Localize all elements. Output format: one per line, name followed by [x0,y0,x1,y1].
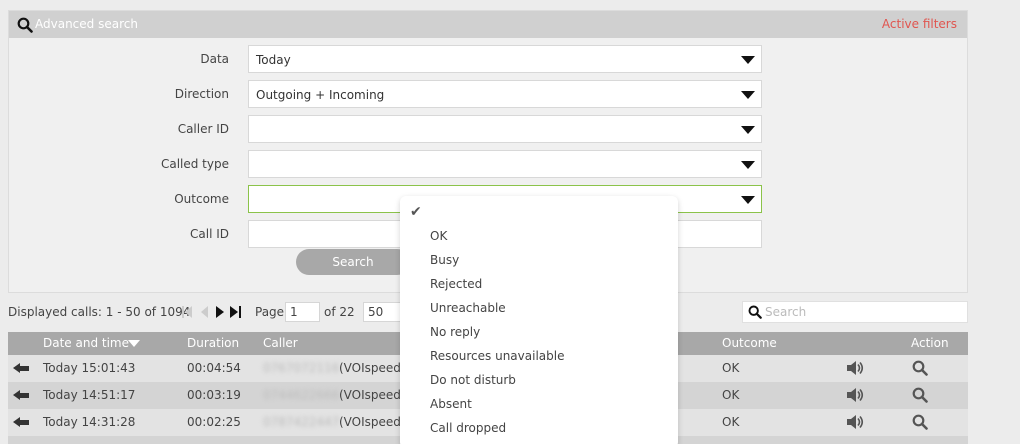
cell-datetime: Today 14:51:17 [43,388,136,402]
option-ok[interactable]: OK [430,229,447,243]
col-duration[interactable]: Duration [187,336,239,350]
field-label: Direction [174,87,229,101]
form-row-caller-id: Caller ID [9,115,969,143]
caller-id-select[interactable] [248,115,762,143]
cell-caller-number: 0787422447 [263,415,340,429]
option-unreachable[interactable]: Unreachable [430,301,506,315]
search-placeholder: Search [765,305,807,319]
field-label: Data [200,52,229,66]
cell-datetime: Today 14:31:28 [43,415,136,429]
search-icon [17,17,33,33]
speaker-icon[interactable] [846,360,864,379]
outcome-dropdown: ✔ OK Busy Rejected Unreachable No reply … [400,196,678,444]
first-page-icon[interactable] [182,305,194,319]
page-number-input[interactable]: 1 [285,302,320,322]
cell-datetime: Today 15:01:43 [43,361,136,375]
chevron-down-icon [741,196,755,204]
chevron-down-icon [741,91,755,99]
form-row-called-type: Called type [9,150,969,178]
col-date-time[interactable]: Date and time [43,336,129,350]
chevron-down-icon [741,161,755,169]
table-search-input[interactable]: Search [742,301,968,323]
form-row-data: Data Today [9,45,969,73]
cell-caller-number: 0744622666 [263,388,340,402]
cell-duration: 00:03:19 [187,388,241,402]
field-label: Called type [160,157,229,171]
col-caller[interactable]: Caller [263,336,298,350]
active-filters-link[interactable]: Active filters [882,17,957,31]
option-call-dropped[interactable]: Call dropped [430,421,506,435]
direction-select[interactable]: Outgoing + Incoming [248,80,762,108]
option-no-reply[interactable]: No reply [430,325,480,339]
search-icon[interactable] [912,360,928,379]
col-outcome[interactable]: Outcome [722,336,777,350]
search-button[interactable]: Search [296,249,410,275]
option-absent[interactable]: Absent [430,397,472,411]
displayed-calls-count: Displayed calls: 1 - 50 of 1094 [8,305,191,319]
called-type-select[interactable] [248,150,762,178]
last-page-icon[interactable] [230,305,242,319]
option-busy[interactable]: Busy [430,253,459,267]
option-do-not-disturb[interactable]: Do not disturb [430,373,516,387]
col-label: Date and time [43,336,129,350]
option-resources-unavailable[interactable]: Resources unavailable [430,349,564,363]
arrow-left-icon [13,390,29,401]
cell-outcome: OK [722,388,740,402]
col-action: Action [911,336,949,350]
cell-caller-suffix: (VOIspeed [339,415,401,429]
select-value: Today [256,53,291,67]
field-label: Call ID [190,227,229,241]
page-total: of 22 [324,305,355,319]
form-row-direction: Direction Outgoing + Incoming [9,80,969,108]
per-page-input[interactable]: 50 [363,302,401,322]
speaker-icon[interactable] [846,414,864,433]
cell-duration: 00:02:25 [187,415,241,429]
check-icon[interactable]: ✔ [410,204,422,220]
prev-page-icon[interactable] [201,306,208,318]
search-icon[interactable] [912,414,928,433]
cell-outcome: OK [722,415,740,429]
search-icon [748,305,762,319]
field-label: Outcome [174,192,229,206]
cell-outcome: OK [722,361,740,375]
data-select[interactable]: Today [248,45,762,73]
cell-caller-number: 0767072116 [263,361,340,375]
next-page-icon[interactable] [216,306,224,318]
search-icon[interactable] [912,387,928,406]
cell-caller-suffix: (VOIspeed [339,388,401,402]
field-label: Caller ID [177,122,229,136]
cell-duration: 00:04:54 [187,361,241,375]
panel-title: Advanced search [35,17,138,31]
speaker-icon[interactable] [846,387,864,406]
cell-caller-suffix: (VOIspeed [339,361,401,375]
page-label: Page [255,305,285,319]
select-value: Outgoing + Incoming [256,88,385,102]
panel-header[interactable]: Advanced search Active filters [9,11,967,38]
option-rejected[interactable]: Rejected [430,277,482,291]
arrow-left-icon [13,363,29,374]
chevron-down-icon [741,56,755,64]
sort-desc-icon[interactable] [128,340,140,347]
chevron-down-icon [741,126,755,134]
arrow-left-icon [13,417,29,428]
